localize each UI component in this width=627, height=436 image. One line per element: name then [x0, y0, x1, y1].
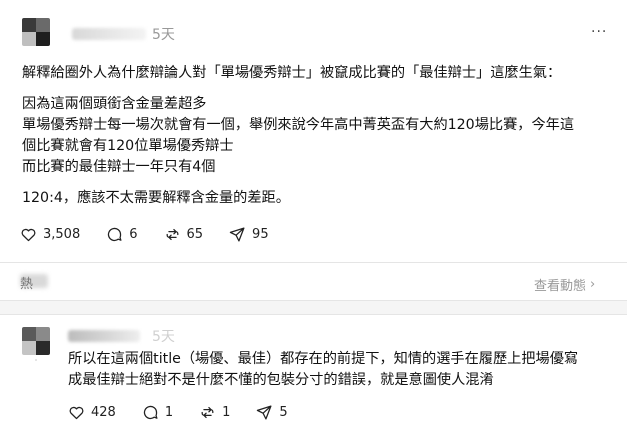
reply-text-line: 所以在這兩個title（場優、最佳）都存在的前提下，知情的選手在履歷上把場優寫	[68, 351, 579, 367]
comment-count: 6	[129, 227, 138, 242]
like-button[interactable]: 3,508	[20, 226, 80, 243]
activity-partial-text: 熱	[20, 277, 34, 292]
view-activity-label: 查看動態	[534, 279, 587, 294]
divider	[0, 300, 627, 301]
comment-button[interactable]: 6	[106, 226, 138, 243]
view-activity-link[interactable]: 查看動態 ›	[534, 275, 595, 294]
divider	[0, 314, 627, 315]
post-text-line: 120:4，應該不太需要解釋含金量的差距。	[22, 190, 290, 206]
share-count: 95	[252, 227, 269, 242]
repost-button[interactable]: 1	[199, 404, 230, 421]
like-count: 3,508	[43, 227, 81, 242]
like-button[interactable]: 428	[68, 404, 116, 421]
post-text-line: 單場優秀辯士每一場次就會有一個，舉例來說今年高中菁英盃有大約120場比賽，今年這	[22, 117, 575, 133]
repost-count: 65	[186, 227, 204, 242]
repost-icon	[201, 406, 214, 419]
post-text-line: 因為這兩個頭銜含金量差超多	[22, 96, 207, 112]
like-count: 428	[91, 405, 116, 420]
heart-icon	[69, 406, 84, 420]
username[interactable]	[72, 28, 146, 40]
comment-icon	[143, 405, 158, 420]
share-count: 5	[279, 405, 288, 420]
share-button[interactable]: 5	[256, 404, 288, 421]
avatar[interactable]	[22, 18, 50, 46]
section-separator	[0, 300, 627, 314]
repost-count: 1	[222, 405, 231, 420]
more-options-icon[interactable]: ···	[591, 24, 607, 40]
reply-time: 5天	[152, 329, 175, 345]
post-time: 5天	[152, 27, 175, 43]
reply-actions: 428 1 1 5	[68, 404, 314, 421]
post-actions: 3,508 6 65 95	[20, 226, 295, 243]
share-button[interactable]: 95	[229, 226, 269, 243]
thread-line	[35, 359, 37, 361]
divider	[0, 262, 627, 263]
post-text-line: 解釋給圈外人為什麼辯論人對「單場優秀辯士」被竄成比賽的「最佳辯士」這麼生氣：	[22, 65, 562, 81]
username[interactable]	[68, 330, 140, 342]
share-icon	[229, 227, 245, 242]
comment-icon	[108, 227, 122, 242]
repost-button[interactable]: 65	[164, 226, 204, 243]
heart-icon	[21, 228, 36, 242]
comment-count: 1	[164, 405, 174, 420]
reply-text-line: 成最佳辯士絕對不是什麼不懂的包裝分寸的錯誤，就是意圖使人混淆	[68, 372, 494, 388]
avatar[interactable]	[22, 327, 50, 355]
chevron-right-icon: ›	[590, 277, 596, 292]
comment-button[interactable]: 1	[142, 404, 173, 421]
repost-icon	[166, 228, 178, 241]
post-text-line: 個比賽就會有120位單場優秀辯士	[22, 138, 234, 154]
post-text-line: 而比賽的最佳辯士一年只有4個	[22, 159, 216, 175]
share-icon	[257, 405, 272, 420]
